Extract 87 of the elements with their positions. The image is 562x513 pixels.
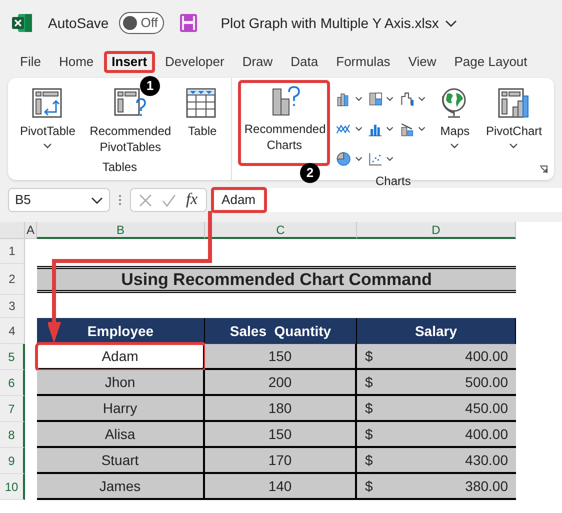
ribbon-tab[interactable]: File [12, 51, 49, 73]
column-header: B [37, 222, 205, 239]
column-header: A [25, 222, 37, 239]
file-name-button[interactable]: Plot Graph with Multiple Y Axis.xlsx [220, 12, 457, 34]
name-box-text: B5 [15, 191, 31, 210]
sheet-title: Using Recommended Chart Command [37, 266, 516, 293]
column-header: C [205, 222, 357, 239]
excel-logo-icon [12, 13, 32, 33]
ribbon-tab[interactable]: Page Layout [446, 51, 536, 73]
ribbon-command-button[interactable]: Recommended Charts [238, 80, 330, 166]
formula-value[interactable]: Adam [210, 187, 267, 213]
currency-symbol: $ [365, 372, 373, 392]
chevron-down-icon [91, 196, 103, 204]
table-cell-text: 400.00 [465, 346, 508, 366]
scatter-chart-icon [368, 150, 384, 168]
chevron-down-icon [354, 96, 362, 102]
row-header: 4 [0, 318, 25, 344]
ribbon-tab[interactable]: Insert [104, 51, 156, 73]
autosave-label: AutoSave [48, 14, 109, 32]
ribbon-tab[interactable]: Draw [234, 51, 281, 73]
table-cell: 200 [205, 370, 357, 396]
table-cell: 140 [205, 474, 357, 500]
table-cell: Alisa [37, 422, 205, 448]
ribbon-command-button[interactable]: Maps [432, 84, 478, 152]
column-heading: Salary [357, 318, 516, 344]
ribbon-tab[interactable]: View [400, 51, 444, 73]
check-icon [162, 194, 176, 206]
ribbon-tab[interactable]: Formulas [328, 51, 398, 73]
chevron-down-icon [418, 126, 426, 132]
table-cell-text: 500.00 [465, 372, 508, 392]
table-cell: Jhon [37, 370, 205, 396]
ribbon-tab[interactable]: Home [50, 51, 102, 73]
table-cell: Adam [37, 344, 205, 370]
row-header: 9 [0, 448, 25, 474]
currency-symbol: $ [365, 450, 373, 470]
row-header: 10 [0, 474, 25, 500]
chevron-down-icon [444, 20, 457, 26]
column-heading: Sales Quantity [205, 318, 357, 344]
table-cell-text: 450.00 [465, 398, 508, 418]
chevron-down-icon [386, 156, 394, 162]
table-cell: 180 [205, 396, 357, 422]
pie-chart-icon [336, 150, 352, 168]
ribbon-command-button[interactable]: Table [179, 84, 226, 142]
table-cell: 150 [205, 422, 357, 448]
table-cell-text: 430.00 [465, 450, 508, 470]
row-header: 8 [0, 422, 25, 448]
chevron-down-icon [354, 126, 362, 132]
chevron-down-icon [386, 96, 394, 102]
row-header: 1 [0, 239, 25, 264]
column-header: D [357, 222, 516, 239]
currency-symbol: $ [365, 424, 373, 444]
select-all-corner [0, 222, 25, 239]
chevron-down-icon [418, 96, 426, 102]
ribbon-tab[interactable]: Developer [157, 51, 232, 73]
cancel-icon [139, 194, 152, 206]
row-header: 7 [0, 396, 25, 422]
table-cell: James [37, 474, 205, 500]
row-header: 6 [0, 370, 25, 396]
ribbon-tab[interactable]: Data [282, 51, 326, 73]
currency-symbol: $ [365, 476, 373, 496]
waterfall-chart-icon [400, 90, 416, 108]
table-cell: 150 [205, 344, 357, 370]
row-header: 2 [0, 264, 25, 295]
table-cell: Harry [37, 396, 205, 422]
ribbon-command-button[interactable]: PivotChart [480, 84, 548, 152]
recommended-pivot-icon [113, 87, 148, 119]
pivot-table-icon [30, 87, 65, 119]
save-icon [180, 14, 197, 32]
table-cell-text: 380.00 [465, 476, 508, 496]
hierarchy-chart-icon [368, 90, 384, 108]
currency-symbol: $ [365, 346, 373, 366]
group-label: Tables [102, 159, 138, 176]
table-cell-text: 400.00 [465, 424, 508, 444]
currency-symbol: $ [365, 398, 373, 418]
ribbon-command-button[interactable]: PivotTable [14, 84, 82, 152]
row-header: 5 [0, 344, 25, 370]
row-header: 3 [0, 295, 25, 318]
chevron-down-icon [354, 156, 362, 162]
more-dots-icon [118, 194, 122, 206]
autosave-toggle[interactable]: Off [118, 12, 164, 34]
group-label: Charts [376, 173, 411, 190]
insert-function-button[interactable]: fx [186, 188, 198, 212]
pivot-chart-icon [496, 87, 531, 119]
chevron-down-icon [386, 126, 394, 132]
table-cell: Stuart [37, 448, 205, 474]
table-cell: 170 [205, 448, 357, 474]
name-box[interactable]: B5 [8, 188, 110, 212]
